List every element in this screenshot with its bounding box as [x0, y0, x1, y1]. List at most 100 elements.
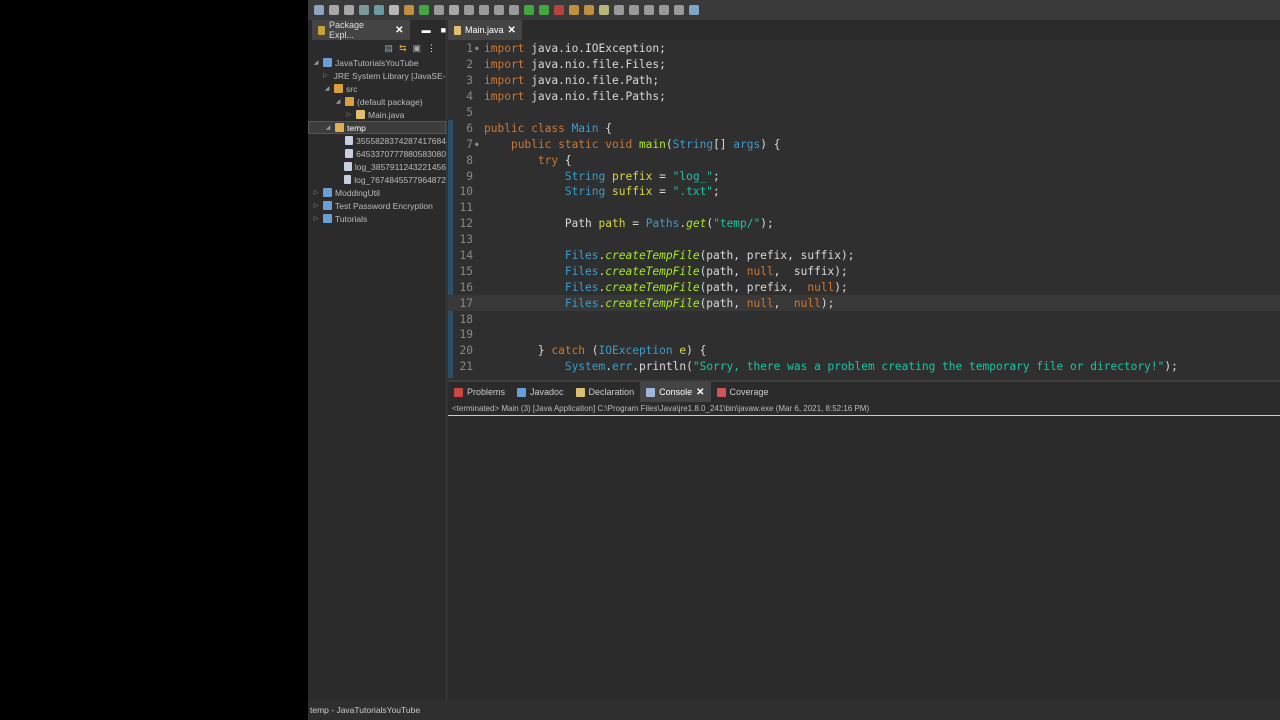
- tab-console[interactable]: Console ✕: [640, 382, 711, 402]
- tab-package-explorer[interactable]: Package Expl... ✕: [312, 20, 410, 40]
- code-line[interactable]: 8 try {: [448, 152, 1280, 168]
- code-line[interactable]: 2 import java.nio.file.Files;: [448, 57, 1280, 73]
- maximize-icon[interactable]: ■: [441, 25, 446, 35]
- close-icon[interactable]: ✕: [508, 25, 516, 36]
- toolbar-button-icon[interactable]: [359, 5, 369, 15]
- code-line[interactable]: 7 ● public static void main(String[] args…: [448, 136, 1280, 152]
- expand-toggle-icon[interactable]: ▷: [323, 72, 328, 79]
- toolbar-button-icon[interactable]: [329, 5, 339, 15]
- code-line[interactable]: 5: [448, 105, 1280, 121]
- toolbar-button-icon[interactable]: [479, 5, 489, 15]
- collapse-all-icon[interactable]: ▤: [384, 43, 393, 54]
- code-line[interactable]: 3 import java.nio.file.Path;: [448, 73, 1280, 89]
- toolbar-button-icon[interactable]: [629, 5, 639, 15]
- toolbar-button-icon[interactable]: [449, 5, 459, 15]
- tree-item[interactable]: ▷ Main.java: [308, 108, 446, 121]
- tree-item[interactable]: ◢ JavaTutorialsYouTube: [308, 56, 446, 69]
- minimize-icon[interactable]: ▬: [422, 25, 431, 35]
- code-area[interactable]: 1 ● import java.io.IOException; 2 import jav…: [448, 41, 1280, 375]
- expand-toggle-icon[interactable]: ◢: [334, 98, 342, 105]
- code-token: ;: [713, 185, 720, 199]
- fold-marker[interactable]: ●: [475, 141, 484, 148]
- toolbar-button-icon[interactable]: [389, 5, 399, 15]
- toolbar-button-icon[interactable]: [464, 5, 474, 15]
- tree-item-label: temp: [347, 122, 366, 133]
- code-line[interactable]: 14 Files. createTempFile (path, prefix, su…: [448, 248, 1280, 264]
- toolbar-button-icon[interactable]: [674, 5, 684, 15]
- tree-item[interactable]: 6453370777880583080: [308, 147, 446, 160]
- code-token: (path, prefix, suffix);: [699, 249, 855, 263]
- expand-toggle-icon[interactable]: ◢: [323, 85, 331, 92]
- code-line[interactable]: 1 ● import java.io.IOException;: [448, 41, 1280, 57]
- tree-item-label: Test Password Encryption: [335, 200, 433, 211]
- expand-toggle-icon[interactable]: ▷: [312, 189, 320, 196]
- code-line[interactable]: 16 Files. createTempFile (path, prefix, nu…: [448, 279, 1280, 295]
- toolbar-button-icon[interactable]: [599, 5, 609, 15]
- code-editor[interactable]: Main.java ✕ 1 ● import java.io.IOException…: [448, 20, 1280, 378]
- code-token: createTempFile: [605, 264, 700, 278]
- code-line[interactable]: 9 String prefix = "log_";: [448, 168, 1280, 184]
- toolbar-button-icon[interactable]: [524, 5, 534, 15]
- tab-problems[interactable]: Problems: [448, 382, 511, 402]
- package-explorer: Package Expl... ✕ ▬ ■ ▤ ⇆ ▣ ⋮ ◢ JavaTutor…: [308, 20, 447, 718]
- code-line[interactable]: 21 System. err .println("Sorry, there was …: [448, 359, 1280, 375]
- code-line[interactable]: 13: [448, 232, 1280, 248]
- tree-item-label: 6453370777880583080: [356, 148, 446, 159]
- code-line[interactable]: 17 Files. createTempFile (path, null, null…: [448, 295, 1280, 312]
- tree-item[interactable]: ◢ temp: [308, 121, 446, 134]
- code-line[interactable]: 6 public class Main {: [448, 120, 1280, 136]
- toolbar-button-icon[interactable]: [419, 5, 429, 15]
- link-with-editor-icon[interactable]: ⇆: [399, 43, 407, 54]
- tree-item-label: ModdingUtil: [335, 187, 380, 198]
- view-menu-icon[interactable]: ⋮: [427, 43, 436, 54]
- tab-main-java[interactable]: Main.java ✕: [448, 20, 522, 40]
- toolbar-button-icon[interactable]: [689, 5, 699, 15]
- focus-icon[interactable]: ▣: [412, 43, 421, 54]
- toolbar-button-icon[interactable]: [659, 5, 669, 15]
- tree-item[interactable]: ▷ ModdingUtil: [308, 186, 446, 199]
- tree-item[interactable]: ◢ src: [308, 82, 446, 95]
- code-token: Main: [571, 121, 599, 135]
- code-line[interactable]: 19: [448, 327, 1280, 343]
- code-line[interactable]: 15 Files. createTempFile (path, null, suff…: [448, 263, 1280, 279]
- tree-item[interactable]: ◢ (default package): [308, 95, 446, 108]
- code-line[interactable]: 4 import java.nio.file.Paths;: [448, 89, 1280, 105]
- tree-item[interactable]: ▷ Tutorials: [308, 212, 446, 225]
- close-icon[interactable]: ✕: [395, 25, 403, 36]
- toolbar-button-icon[interactable]: [554, 5, 564, 15]
- close-icon[interactable]: ✕: [696, 387, 704, 398]
- toolbar-button-icon[interactable]: [569, 5, 579, 15]
- toolbar-button-icon[interactable]: [314, 5, 324, 15]
- toolbar-button-icon[interactable]: [539, 5, 549, 15]
- code-line[interactable]: 11: [448, 200, 1280, 216]
- toolbar-button-icon[interactable]: [509, 5, 519, 15]
- fold-marker[interactable]: ●: [475, 45, 484, 52]
- expand-toggle-icon[interactable]: ▷: [345, 111, 353, 118]
- tab-javadoc[interactable]: Javadoc: [511, 382, 570, 402]
- tab-coverage[interactable]: Coverage: [711, 382, 775, 402]
- expand-toggle-icon[interactable]: ◢: [324, 124, 332, 131]
- tab-declaration[interactable]: Declaration: [570, 382, 641, 402]
- toolbar-button-icon[interactable]: [404, 5, 414, 15]
- code-line[interactable]: 20 } catch (IOException e) {: [448, 343, 1280, 359]
- expand-toggle-icon[interactable]: ▷: [312, 215, 320, 222]
- toolbar-button-icon[interactable]: [374, 5, 384, 15]
- toolbar-button-icon[interactable]: [494, 5, 504, 15]
- toolbar-button-icon[interactable]: [344, 5, 354, 15]
- tree-item[interactable]: ▷ Test Password Encryption: [308, 199, 446, 212]
- code-line[interactable]: 10 String suffix = ".txt";: [448, 184, 1280, 200]
- tree-item[interactable]: log_7674845577964872: [308, 173, 446, 186]
- toolbar-button-icon[interactable]: [614, 5, 624, 15]
- toolbar-button-icon[interactable]: [584, 5, 594, 15]
- tree-item[interactable]: ▷ JRE System Library [JavaSE-1.8]: [308, 69, 446, 82]
- toolbar-button-icon[interactable]: [644, 5, 654, 15]
- expand-toggle-icon[interactable]: ▷: [312, 202, 320, 209]
- tree-item[interactable]: log_3857911243221456: [308, 160, 446, 173]
- code-token: (: [706, 217, 714, 231]
- code-line[interactable]: 12 Path path = Paths. get("temp/");: [448, 216, 1280, 232]
- code-line[interactable]: 18: [448, 311, 1280, 327]
- expand-toggle-icon[interactable]: ◢: [312, 59, 320, 66]
- tree-item[interactable]: 3555828374287417684: [308, 134, 446, 147]
- project-tree: ◢ JavaTutorialsYouTube ▷ JRE System Library…: [308, 56, 446, 225]
- toolbar-button-icon[interactable]: [434, 5, 444, 15]
